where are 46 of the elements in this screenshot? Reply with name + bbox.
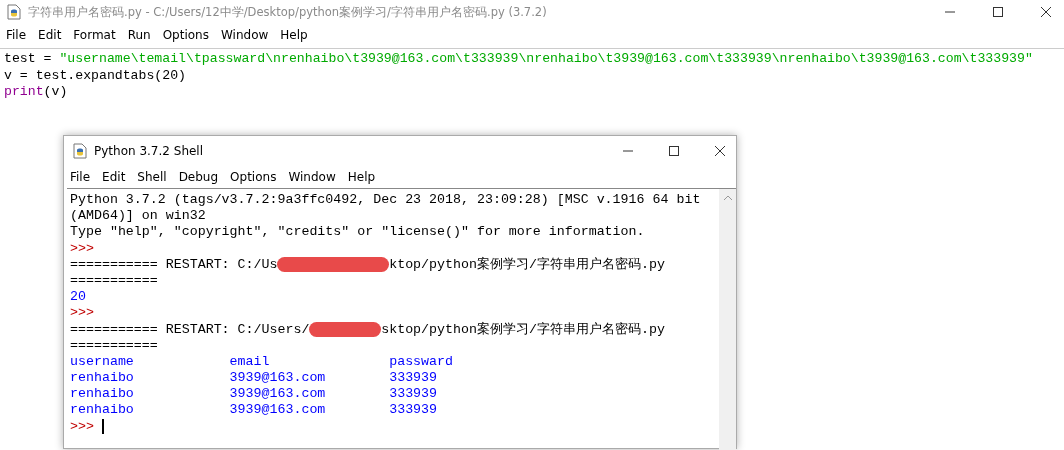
menu-item[interactable]: Shell bbox=[131, 170, 173, 184]
shell-text: =========== RESTART: C:/Users/ bbox=[70, 321, 310, 337]
prompt: >>> bbox=[70, 305, 94, 321]
shell-text: =========== RESTART: C:/Us bbox=[70, 256, 278, 272]
menu-item[interactable]: File bbox=[64, 170, 97, 184]
close-icon[interactable] bbox=[1040, 6, 1052, 18]
output-text: renhaibo 3939@163.com 333939 bbox=[70, 402, 438, 418]
menu-item[interactable]: Format bbox=[67, 28, 122, 42]
menu-item[interactable]: Run bbox=[121, 28, 157, 42]
shell-text: =========== bbox=[70, 337, 158, 353]
shell-text: Type "help", "copyright", "credits" or "license()" for more information. bbox=[70, 224, 645, 240]
close-icon[interactable] bbox=[714, 145, 726, 157]
prompt: >>> bbox=[70, 418, 95, 434]
menu-item[interactable]: Help bbox=[341, 170, 382, 184]
menu-item[interactable]: Window bbox=[214, 28, 275, 42]
shell-text: =========== bbox=[70, 272, 158, 288]
shell-text: Python 3.7.2 (tags/v3.7.2:9a3ffc0492, Dec 23 2018, 23:09:28) [MSC v.1916 64 bit bbox=[70, 192, 701, 207]
window-title: Python 3.7.2 Shell bbox=[94, 144, 204, 158]
maximize-icon[interactable] bbox=[668, 145, 680, 157]
output-text: renhaibo 3939@163.com 333939 bbox=[70, 386, 438, 402]
window-title: 字符串用户名密码.py - C:/Users/12中学/Desktop/python案例学习/字符串用户名密码.py (3.7.2) bbox=[28, 4, 547, 20]
shell-text: (AMD64)] on win32 bbox=[70, 208, 206, 224]
menu-item[interactable]: Help bbox=[274, 28, 314, 42]
menu-item[interactable]: Edit bbox=[96, 170, 132, 184]
output-text: renhaibo 3939@163.com 333939 bbox=[70, 370, 438, 386]
shell-text: ktop/python案例学习/字符串用户名密码.py bbox=[389, 256, 665, 272]
code-token: (v) bbox=[43, 84, 68, 99]
shell-text: sktop/python案例学习/字符串用户名密码.py bbox=[381, 321, 665, 337]
menu-item[interactable]: File bbox=[0, 28, 33, 42]
menu-item[interactable]: Debug bbox=[172, 170, 225, 184]
maximize-icon[interactable] bbox=[992, 6, 1004, 18]
prompt: >>> bbox=[70, 240, 94, 256]
code-token: print bbox=[4, 84, 44, 99]
menu-item[interactable]: Options bbox=[224, 170, 283, 184]
menu-item[interactable]: Window bbox=[282, 170, 342, 184]
text-cursor bbox=[101, 418, 104, 434]
code-token: v = test.expandtabs(20) bbox=[4, 67, 187, 83]
menu-item[interactable]: Edit bbox=[32, 28, 68, 42]
output-text: username email passward bbox=[70, 353, 453, 369]
app-icon bbox=[72, 143, 88, 159]
output-text: 20 bbox=[70, 289, 86, 305]
code-token: test = bbox=[4, 51, 53, 66]
menu-item[interactable]: Options bbox=[156, 28, 215, 42]
app-icon bbox=[6, 4, 22, 20]
scrollbar[interactable] bbox=[719, 189, 736, 450]
code-token: "username\temail\tpassward\nrenhaibo\t3939@163.com\t333939\nrenhaibo\t3939@163.com\t333939\nrenhaibo\t3939@163.com\t333939" bbox=[59, 51, 1033, 66]
